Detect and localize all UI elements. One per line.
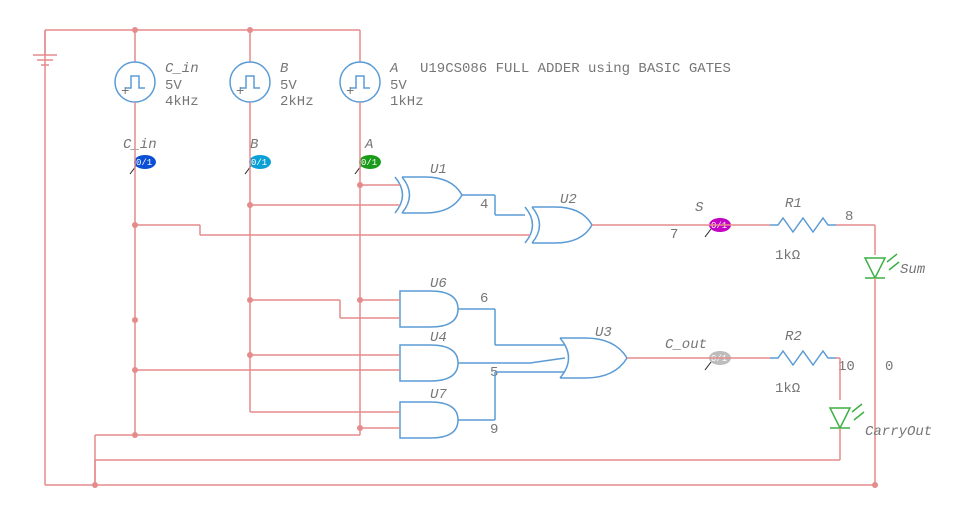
led-sum: Sum: [865, 254, 926, 278]
probe-cout[interactable]: C_out 0/1: [665, 337, 731, 370]
probe-cout-label: C_out: [665, 337, 707, 353]
resistor-r1-value: 1kΩ: [775, 248, 800, 264]
source-b-freq: 2kHz: [280, 94, 314, 110]
source-cin-label: C_in: [165, 61, 199, 77]
resistor-r2-name: R2: [785, 329, 802, 345]
probe-s[interactable]: S 0/1: [695, 200, 731, 237]
net-8-label: 8: [845, 209, 853, 225]
gate-u7-label: U7: [430, 387, 447, 403]
gate-u1: U1: [395, 162, 462, 213]
resistor-r1: R1 1kΩ: [770, 196, 836, 264]
gate-u3: U3: [560, 325, 627, 378]
led-cout-label: CarryOut: [865, 424, 932, 440]
net-4-label: 4: [480, 197, 488, 213]
led-sum-label: Sum: [900, 262, 926, 278]
source-cin-freq: 4kHz: [165, 94, 199, 110]
source-cin: + C_in 5V 4kHz: [115, 61, 199, 110]
gate-u2: U2: [525, 192, 592, 243]
svg-text:0/1: 0/1: [136, 158, 152, 168]
svg-text:+: +: [236, 84, 244, 100]
resistor-r2: R2 1kΩ: [770, 329, 836, 397]
probe-a[interactable]: A 0/1: [355, 137, 381, 174]
source-a-label: A: [389, 61, 398, 77]
resistor-r2-value: 1kΩ: [775, 381, 800, 397]
net-7-label: 7: [670, 227, 678, 243]
probe-a-label: A: [364, 137, 373, 153]
gate-u6: U6: [400, 276, 458, 327]
net-9-label: 9: [490, 422, 498, 438]
net-6-label: 6: [480, 291, 488, 307]
source-cin-voltage: 5V: [165, 78, 182, 94]
svg-text:+: +: [121, 84, 129, 100]
net-5-label: 5: [490, 365, 498, 381]
schematic-canvas: + C_in 5V 4kHz + B 5V 2kHz + A 5V 1kHz U…: [0, 0, 979, 510]
probe-b[interactable]: B 0/1: [245, 137, 271, 174]
svg-text:0/1: 0/1: [711, 354, 727, 364]
probe-cin[interactable]: C_in 0/1: [123, 137, 157, 174]
gate-u2-label: U2: [560, 192, 577, 208]
source-b-label: B: [280, 61, 288, 77]
gate-u4: U4: [400, 330, 458, 381]
svg-text:0/1: 0/1: [251, 158, 267, 168]
resistor-r1-name: R1: [785, 196, 802, 212]
gate-u1-label: U1: [430, 162, 447, 178]
source-b: + B 5V 2kHz: [230, 61, 314, 110]
gate-u4-label: U4: [430, 330, 447, 346]
source-a-voltage: 5V: [390, 78, 407, 94]
page-title: U19CS086 FULL ADDER using BASIC GATES: [420, 61, 731, 77]
net-0-label: 0: [885, 359, 893, 375]
svg-text:0/1: 0/1: [361, 158, 377, 168]
svg-text:0/1: 0/1: [711, 221, 727, 231]
source-a: + A 5V 1kHz: [340, 61, 424, 110]
probe-cin-label: C_in: [123, 137, 157, 153]
gate-u7: U7: [400, 387, 458, 438]
probe-b-label: B: [250, 137, 258, 153]
gate-u6-label: U6: [430, 276, 447, 292]
probe-s-label: S: [695, 200, 704, 216]
source-b-voltage: 5V: [280, 78, 297, 94]
led-carryout: CarryOut: [830, 404, 932, 440]
svg-text:+: +: [346, 84, 354, 100]
source-a-freq: 1kHz: [390, 94, 424, 110]
